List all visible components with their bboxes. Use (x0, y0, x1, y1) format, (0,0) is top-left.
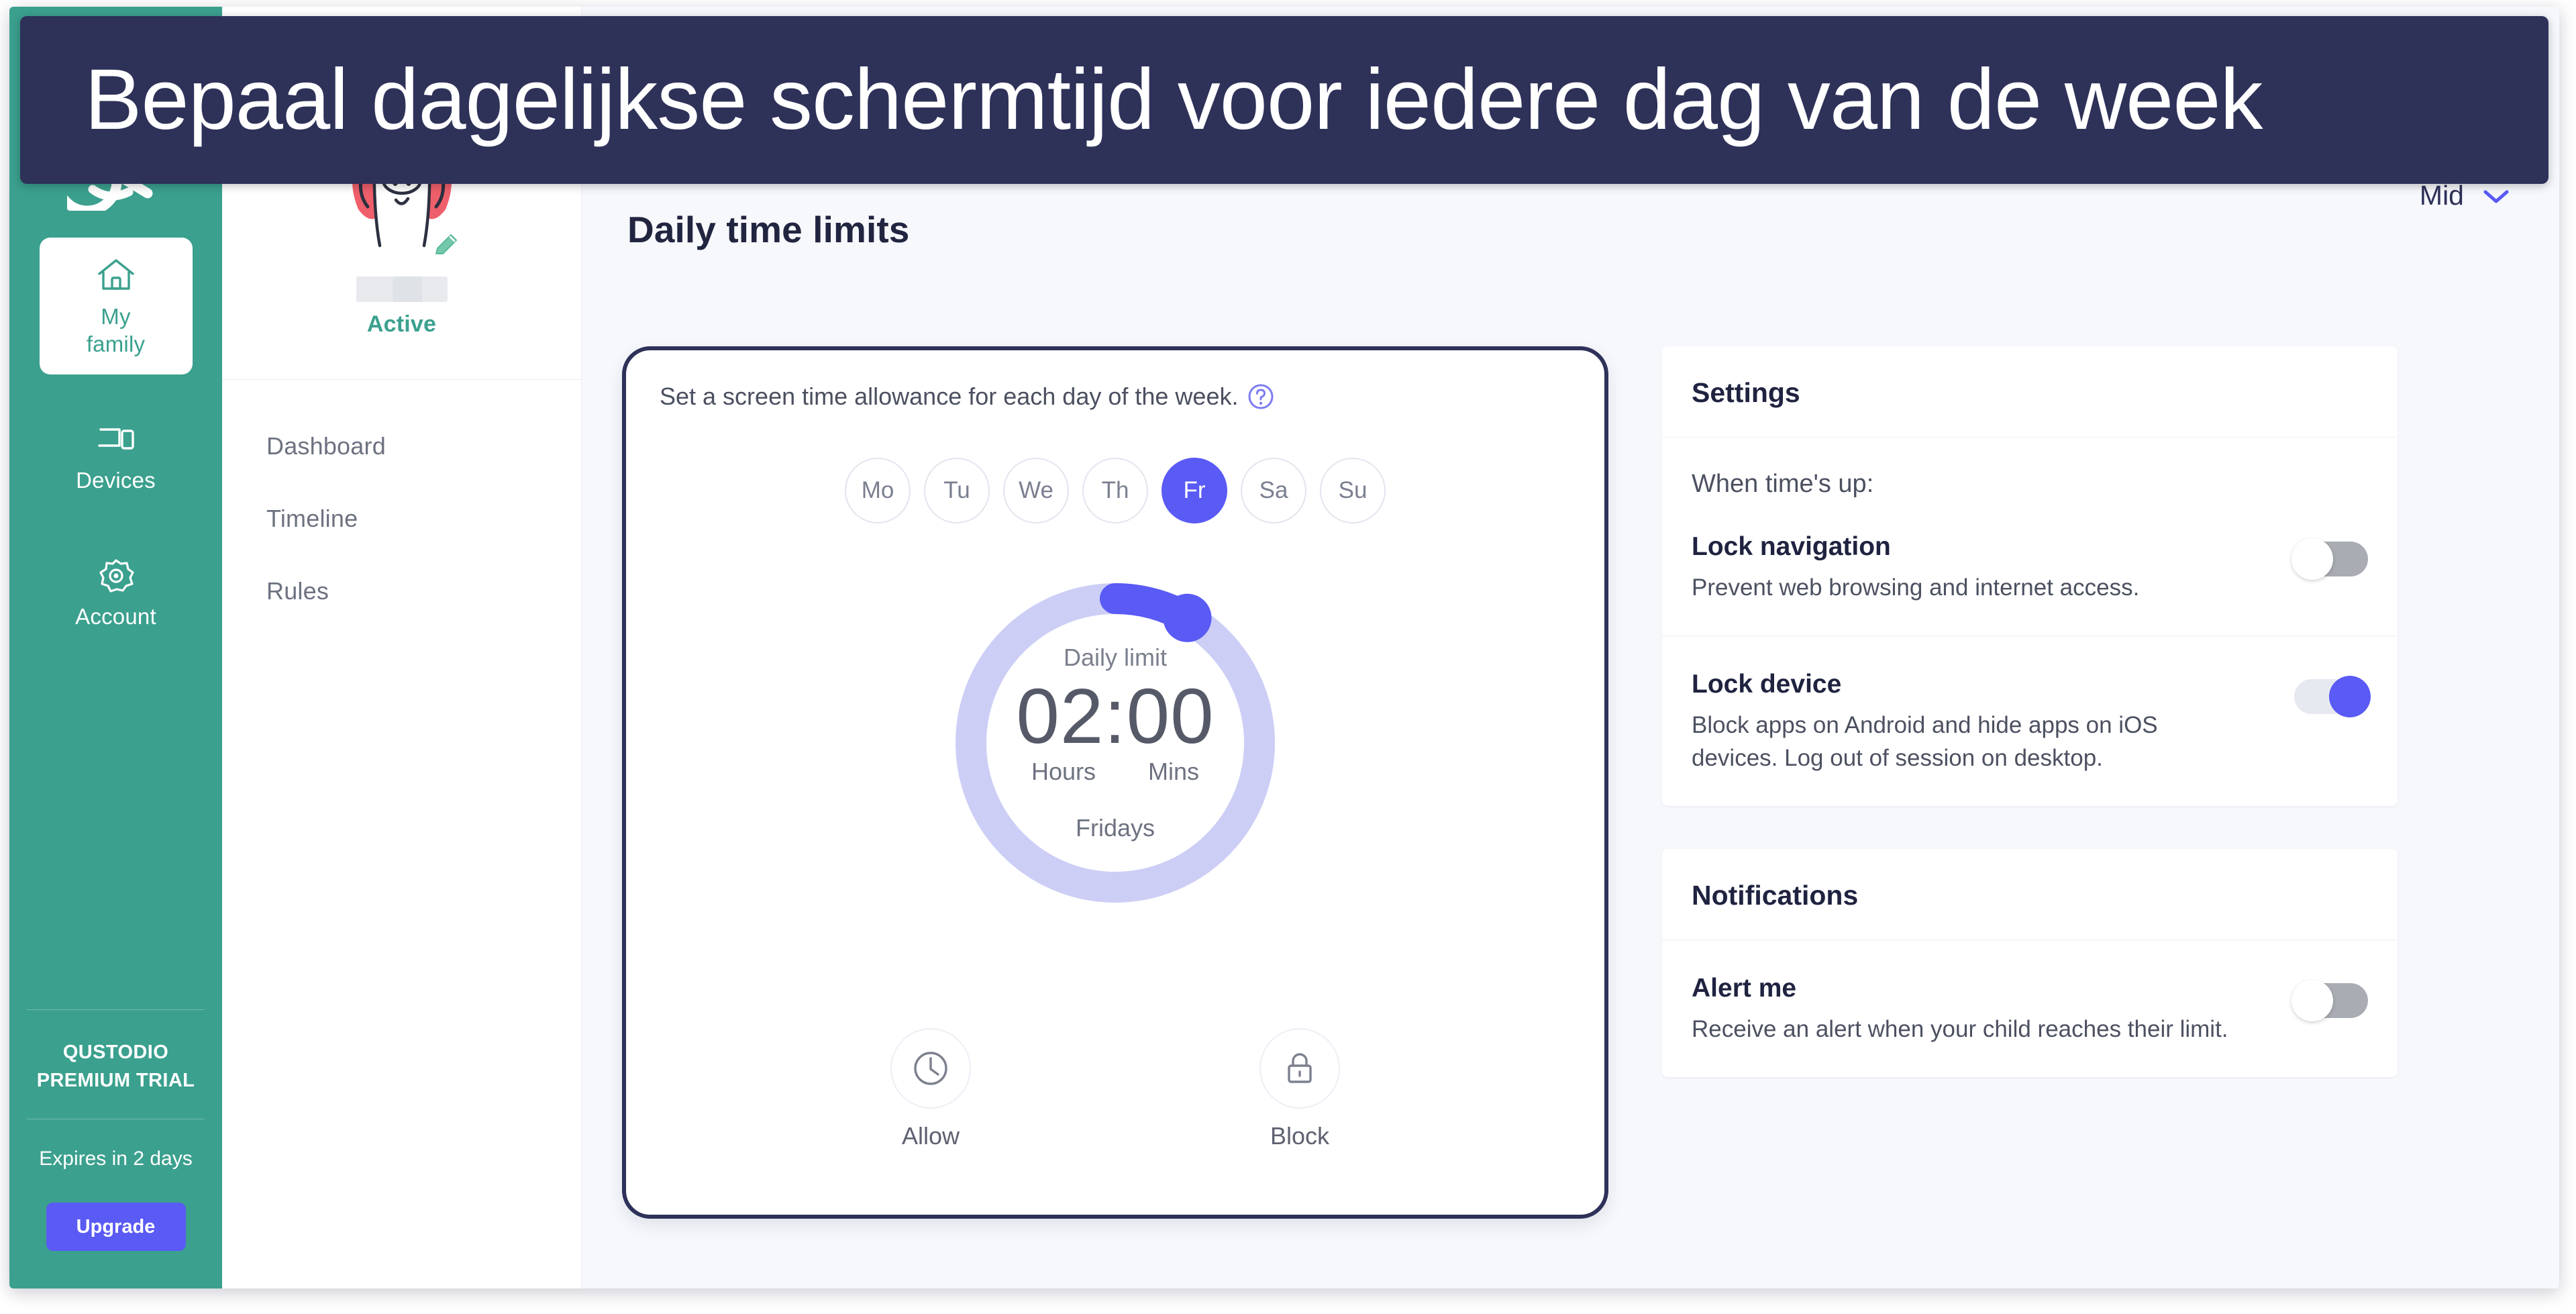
child-status-badge: Active (366, 311, 437, 337)
upgrade-button[interactable]: Upgrade (46, 1203, 186, 1251)
setting-title: Alert me (1692, 974, 1797, 1003)
setting-desc: Receive an alert when your child reaches… (1692, 1016, 2228, 1043)
sidebar-item-my-family[interactable]: My family (39, 238, 193, 374)
trial-expiry: Expires in 2 days (39, 1148, 193, 1170)
notifications-panel-header: Notifications (1662, 849, 2398, 941)
settings-panel-header: Settings (1662, 346, 2398, 438)
setting-desc: Prevent web browsing and internet access… (1692, 574, 2140, 601)
limits-description-text: Set a screen time allowance for each day… (660, 383, 1239, 410)
allow-button-label: Allow (901, 1122, 960, 1150)
day-selector: Mo Tu We Th Fr Sa Su (626, 458, 1604, 523)
lock-navigation-toggle[interactable] (2291, 538, 2368, 580)
dial-wrap: Daily limit 02:00 Hours Mins Fridays (626, 572, 1604, 914)
setting-row-lock-device: Lock device Block apps on Android and hi… (1662, 635, 2398, 806)
setting-row-lock-navigation: Lock navigation Prevent web browsing and… (1662, 499, 2398, 636)
child-nav: Dashboard Timeline Rules (222, 380, 581, 605)
lock-device-toggle[interactable] (2294, 675, 2371, 717)
pencil-icon[interactable] (431, 230, 462, 260)
allow-button[interactable]: Allow (890, 1028, 971, 1150)
day-pill-we[interactable]: We (1003, 458, 1069, 523)
page-title: Daily time limits (627, 209, 910, 250)
app-window: My family Devices Account QUSTODIO PREMI… (9, 7, 2559, 1288)
right-panels: Settings When time's up: Lock navigation… (1662, 346, 2398, 1077)
clock-icon (890, 1028, 971, 1109)
child-divider (222, 379, 581, 380)
day-pill-mo[interactable]: Mo (845, 458, 911, 523)
setting-text: Lock device Block apps on Android and hi… (1692, 670, 2274, 775)
sidebar-item-account[interactable]: Account (40, 538, 193, 647)
home-icon (95, 256, 137, 294)
settings-panel: Settings When time's up: Lock navigation… (1662, 346, 2398, 807)
period-dropdown-value: Mid (2419, 180, 2464, 211)
daily-limit-dial[interactable]: Daily limit 02:00 Hours Mins Fridays (944, 572, 1286, 914)
daily-time-limits-card: Set a screen time allowance for each day… (622, 346, 1608, 1219)
sidebar-item-label: My family (86, 304, 146, 356)
lock-icon (1259, 1028, 1340, 1109)
sidebar-item-label: Account (75, 603, 156, 629)
child-nav-item-rules[interactable]: Rules (266, 577, 581, 605)
limits-description: Set a screen time allowance for each day… (660, 383, 1274, 411)
settings-panel-subtitle: When time's up: (1692, 470, 1874, 498)
notifications-panel: Notifications Alert me Receive an alert … (1662, 849, 2398, 1077)
setting-text: Lock navigation Prevent web browsing and… (1692, 532, 2274, 605)
block-button[interactable]: Block (1259, 1028, 1340, 1150)
block-button-label: Block (1270, 1122, 1330, 1150)
overlay-banner: Bepaal dagelijkse schermtijd voor iedere… (20, 16, 2548, 184)
day-pill-fr[interactable]: Fr (1162, 458, 1227, 523)
alert-me-toggle[interactable] (2291, 980, 2368, 1022)
setting-title: Lock device (1692, 669, 1842, 699)
main-content: Mid Daily time limits Set a screen time … (582, 7, 2559, 1288)
chevron-down-icon (2481, 187, 2511, 205)
overlay-banner-text: Bepaal dagelijkse schermtijd voor iedere… (85, 52, 2263, 148)
primary-sidebar: My family Devices Account QUSTODIO PREMI… (9, 7, 222, 1288)
sidebar-item-label: Devices (76, 467, 156, 493)
day-pill-th[interactable]: Th (1082, 458, 1148, 523)
setting-text: Alert me Receive an alert when your chil… (1692, 974, 2274, 1046)
period-dropdown[interactable]: Mid (2420, 180, 2511, 211)
dial-actions: Allow Block (626, 1028, 1604, 1150)
toggle-knob (2291, 980, 2333, 1022)
child-sidebar: Active Dashboard Timeline Rules (222, 7, 582, 1288)
setting-row-alert-me: Alert me Receive an alert when your chil… (1662, 940, 2398, 1077)
toggle-knob (2291, 538, 2333, 580)
trial-title: QUSTODIO PREMIUM TRIAL (27, 1009, 205, 1095)
child-nav-item-timeline[interactable]: Timeline (266, 505, 581, 533)
gear-icon (95, 556, 137, 594)
child-nav-item-dashboard[interactable]: Dashboard (266, 432, 581, 460)
setting-title: Lock navigation (1692, 532, 1891, 561)
toggle-knob (2329, 675, 2371, 717)
devices-icon (95, 420, 137, 458)
question-circle-icon[interactable] (1247, 383, 1274, 410)
day-pill-sa[interactable]: Sa (1241, 458, 1306, 523)
day-pill-tu[interactable]: Tu (924, 458, 990, 523)
trial-box: QUSTODIO PREMIUM TRIAL Expires in 2 days… (9, 1009, 222, 1288)
sidebar-item-devices[interactable]: Devices (40, 401, 193, 511)
setting-desc: Block apps on Android and hide apps on i… (1692, 711, 2158, 772)
child-name-redacted (356, 276, 448, 302)
day-pill-su[interactable]: Su (1320, 458, 1386, 523)
